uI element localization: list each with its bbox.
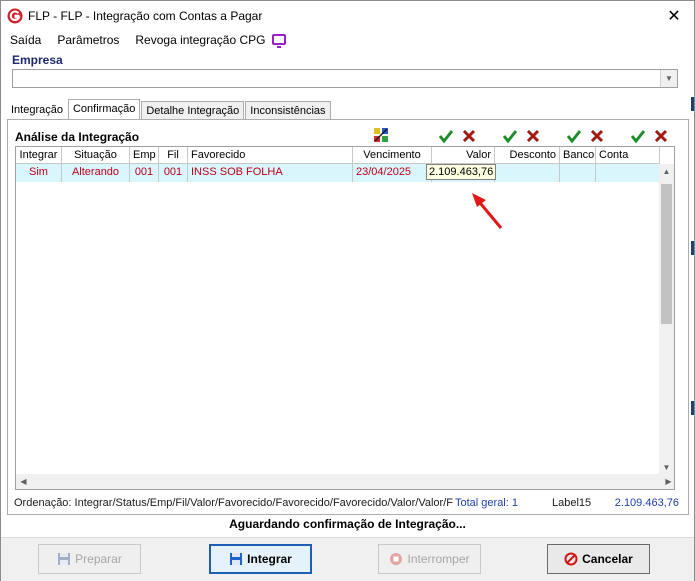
close-button[interactable]: ✕	[654, 1, 694, 31]
cancelar-label: Cancelar	[582, 552, 633, 566]
total-geral-text: Total geral: 1	[455, 497, 518, 509]
cell-emp: 001	[130, 164, 159, 182]
scroll-right-icon[interactable]: ▶	[661, 474, 674, 489]
status-message: Aguardando confirmação de Integração...	[229, 517, 466, 531]
interromper-label: Interromper	[407, 552, 470, 566]
check-all-valor-icon[interactable]	[438, 128, 454, 144]
cell-desconto[interactable]	[495, 164, 560, 182]
col-header-desconto[interactable]: Desconto	[495, 147, 560, 164]
integrar-label: Integrar	[247, 552, 292, 566]
col-header-conta[interactable]: Conta	[596, 147, 660, 164]
scroll-left-icon[interactable]: ◀	[16, 474, 31, 489]
col-header-integrar[interactable]: Integrar	[16, 147, 62, 164]
outer-scroll-marker	[691, 241, 694, 255]
table-row[interactable]: Sim Alterando 001 001 INSS SOB FOLHA 23/…	[16, 164, 660, 182]
col-header-banco[interactable]: Banco	[560, 147, 596, 164]
save-icon	[230, 553, 243, 565]
empresa-select[interactable]: ▼	[12, 69, 678, 88]
scroll-thumb[interactable]	[661, 184, 672, 324]
menu-parametros[interactable]: Parâmetros	[48, 33, 126, 47]
integration-grid[interactable]: Integrar Situação Emp Fil Favorecido Ven…	[15, 146, 675, 490]
app-logo-icon	[7, 8, 23, 24]
grid-status-line: Ordenação: Integrar/Status/Emp/Fil/Valor…	[14, 497, 682, 511]
monitor-icon[interactable]	[271, 34, 286, 48]
uncheck-all-banco-icon[interactable]	[589, 128, 605, 144]
ordenacao-text: Ordenação: Integrar/Status/Emp/Fil/Valor…	[14, 497, 453, 509]
check-all-conta-icon[interactable]	[630, 128, 646, 144]
cell-integrar[interactable]: Sim	[16, 164, 62, 182]
uncheck-all-desconto-icon[interactable]	[525, 128, 541, 144]
cell-fil: 001	[159, 164, 188, 182]
col-header-vencimento[interactable]: Vencimento	[353, 147, 432, 164]
interromper-button[interactable]: Interromper	[378, 544, 481, 574]
preparar-label: Preparar	[75, 552, 122, 566]
scroll-down-icon[interactable]: ▼	[659, 460, 674, 474]
title-bar[interactable]: FLP - FLP - Integração com Contas a Paga…	[1, 1, 694, 31]
grid-header: Integrar Situação Emp Fil Favorecido Ven…	[16, 147, 660, 164]
cell-favorecido: INSS SOB FOLHA	[188, 164, 353, 182]
preparar-button[interactable]: Preparar	[38, 544, 141, 574]
col-header-valor[interactable]: Valor	[432, 147, 495, 164]
menu-revoga-integracao[interactable]: Revoga integração CPG	[126, 33, 292, 48]
menu-saida[interactable]: Saída	[1, 33, 48, 47]
button-bar: Preparar Integrar Interromper Cancelar	[1, 537, 694, 581]
red-arrow-icon	[472, 193, 503, 229]
uncheck-all-conta-icon[interactable]	[653, 128, 669, 144]
color-palette-icon[interactable]	[373, 127, 389, 143]
tab-strip: Integração Confirmação Detalhe Integraçã…	[7, 99, 332, 120]
label15-text: Label15	[552, 497, 592, 509]
cancelar-button[interactable]: Cancelar	[547, 544, 650, 574]
chevron-down-icon[interactable]: ▼	[660, 70, 677, 87]
empresa-label: Empresa	[12, 53, 63, 67]
valor-tooltip: 2.109.463,76	[426, 164, 497, 180]
menu-bar: Saída Parâmetros Revoga integração CPG	[1, 31, 694, 49]
outer-scroll-marker	[691, 401, 694, 415]
panel-title: Análise da Integração	[15, 130, 140, 144]
tab-inconsistencias[interactable]: Inconsistências	[245, 101, 331, 120]
cell-conta[interactable]	[596, 164, 660, 182]
total-value-text: 2.109.463,76	[614, 497, 679, 509]
confirmacao-panel: Análise da Integração Integrar Situação …	[7, 119, 689, 515]
main-window: FLP - FLP - Integração com Contas a Paga…	[0, 0, 695, 581]
save-icon	[58, 553, 71, 565]
grid-vertical-scrollbar[interactable]: ▲ ▼	[659, 164, 674, 474]
cell-vencimento: 23/04/2025	[353, 164, 432, 182]
col-header-favorecido[interactable]: Favorecido	[188, 147, 353, 164]
window-title: FLP - FLP - Integração com Contas a Paga…	[28, 9, 263, 23]
outer-scroll-marker	[691, 97, 694, 111]
menu-revoga-label: Revoga integração CPG	[135, 33, 266, 47]
tab-confirmacao[interactable]: Confirmação	[67, 99, 141, 120]
col-header-fil[interactable]: Fil	[159, 147, 188, 164]
grid-horizontal-scrollbar[interactable]: ◀ ▶	[16, 474, 674, 489]
col-header-situacao[interactable]: Situação	[62, 147, 130, 164]
col-header-emp[interactable]: Emp	[130, 147, 159, 164]
cancel-icon	[564, 552, 578, 566]
uncheck-all-valor-icon[interactable]	[461, 128, 477, 144]
tab-integracao[interactable]: Integração	[7, 101, 67, 120]
cell-banco[interactable]	[560, 164, 596, 182]
check-all-desconto-icon[interactable]	[502, 128, 518, 144]
integrar-button[interactable]: Integrar	[209, 544, 312, 574]
check-all-banco-icon[interactable]	[566, 128, 582, 144]
close-icon: ✕	[667, 8, 681, 25]
tab-detalhe-integracao[interactable]: Detalhe Integração	[141, 101, 245, 120]
stop-icon	[390, 553, 403, 565]
scroll-up-icon[interactable]: ▲	[659, 164, 674, 178]
cell-situacao: Alterando	[62, 164, 130, 182]
